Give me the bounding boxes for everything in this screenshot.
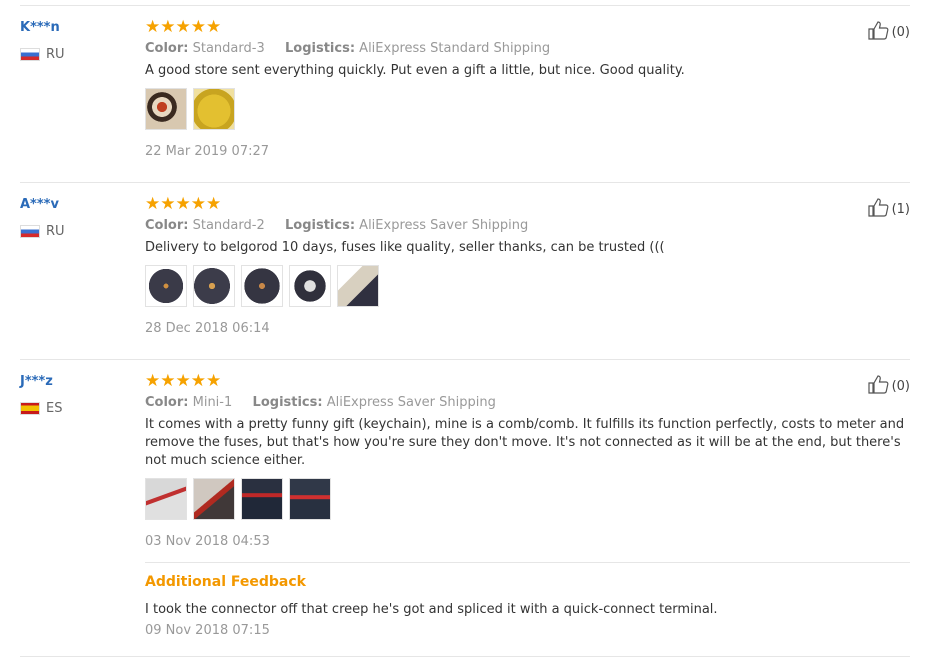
reviewer-info: A***v RU xyxy=(20,197,130,239)
review-photo-thumbnail[interactable] xyxy=(289,265,331,307)
color-label: Color: xyxy=(145,41,189,56)
reviewer-name[interactable]: K***n xyxy=(20,20,130,36)
review-content: ★★★★★ Color: Standard-3 Logistics: AliEx… xyxy=(145,18,905,160)
review-photos xyxy=(145,478,905,520)
thumbs-up-icon xyxy=(867,20,892,44)
reviewer-country: ES xyxy=(20,400,130,416)
country-code: RU xyxy=(46,46,65,62)
review-item: J***z ES ★★★★★ Color: Mini-1 Logistics: … xyxy=(20,360,910,657)
review-photos xyxy=(145,88,905,130)
additional-feedback-divider xyxy=(145,562,910,563)
helpful-count: (0) xyxy=(891,378,910,394)
reviewer-name[interactable]: J***z xyxy=(20,374,130,390)
thumbs-up-icon xyxy=(867,197,892,221)
russia-flag-icon xyxy=(20,47,40,61)
review-photo-thumbnail[interactable] xyxy=(145,478,187,520)
country-code: ES xyxy=(46,400,63,416)
review-photo-thumbnail[interactable] xyxy=(145,265,187,307)
order-info: Color: Standard-2 Logistics: AliExpress … xyxy=(145,217,905,235)
additional-feedback-title: Additional Feedback xyxy=(145,574,306,590)
review-photo-thumbnail[interactable] xyxy=(145,88,187,130)
spain-flag-icon xyxy=(20,401,40,415)
review-photo-thumbnail[interactable] xyxy=(337,265,379,307)
review-text: A good store sent everything quickly. Pu… xyxy=(145,63,685,78)
review-content: ★★★★★ Color: Standard-2 Logistics: AliEx… xyxy=(145,195,905,337)
logistics-value: AliExpress Standard Shipping xyxy=(359,41,551,56)
logistics-value: AliExpress Saver Shipping xyxy=(359,218,529,233)
color-value: Standard-3 xyxy=(192,41,265,56)
color-value: Standard-2 xyxy=(192,218,265,233)
review-date: 28 Dec 2018 06:14 xyxy=(145,321,270,336)
helpful-count: (0) xyxy=(891,24,910,40)
review-photo-thumbnail[interactable] xyxy=(193,265,235,307)
logistics-value: AliExpress Saver Shipping xyxy=(326,395,496,410)
helpful-count: (1) xyxy=(891,201,910,217)
reviewer-info: K***n RU xyxy=(20,20,130,62)
additional-feedback-date: 09 Nov 2018 07:15 xyxy=(145,623,270,638)
reviewer-country: RU xyxy=(20,46,130,62)
thumbs-up-icon xyxy=(867,374,892,398)
helpful-button[interactable]: (0) xyxy=(867,20,910,44)
color-label: Color: xyxy=(145,395,189,410)
review-photo-thumbnail[interactable] xyxy=(241,478,283,520)
country-code: RU xyxy=(46,223,65,239)
russia-flag-icon xyxy=(20,224,40,238)
review-photos xyxy=(145,265,905,307)
review-photo-thumbnail[interactable] xyxy=(193,478,235,520)
review-item: K***n RU ★★★★★ Color: Standard-3 Logisti… xyxy=(20,6,910,183)
star-rating: ★★★★★ xyxy=(145,17,222,37)
review-photo-thumbnail[interactable] xyxy=(289,478,331,520)
star-rating: ★★★★★ xyxy=(145,194,222,214)
review-content: ★★★★★ Color: Mini-1 Logistics: AliExpres… xyxy=(145,371,910,639)
review-text: It comes with a pretty funny gift (keych… xyxy=(145,417,905,468)
helpful-button[interactable]: (0) xyxy=(867,374,910,398)
review-date: 22 Mar 2019 07:27 xyxy=(145,144,270,159)
additional-feedback-text: I took the connector off that creep he's… xyxy=(145,602,718,617)
review-text: Delivery to belgorod 10 days, fuses like… xyxy=(145,240,665,255)
helpful-button[interactable]: (1) xyxy=(867,197,910,221)
reviewer-country: RU xyxy=(20,223,130,239)
color-label: Color: xyxy=(145,218,189,233)
review-photo-thumbnail[interactable] xyxy=(241,265,283,307)
order-info: Color: Mini-1 Logistics: AliExpress Save… xyxy=(145,394,905,412)
reviewer-name[interactable]: A***v xyxy=(20,197,130,213)
order-info: Color: Standard-3 Logistics: AliExpress … xyxy=(145,40,905,58)
review-photo-thumbnail[interactable] xyxy=(193,88,235,130)
color-value: Mini-1 xyxy=(192,395,233,410)
logistics-label: Logistics: xyxy=(252,395,323,410)
review-item: A***v RU ★★★★★ Color: Standard-2 Logisti… xyxy=(20,183,910,360)
star-rating: ★★★★★ xyxy=(145,371,222,391)
review-date: 03 Nov 2018 04:53 xyxy=(145,534,270,549)
logistics-label: Logistics: xyxy=(285,218,356,233)
logistics-label: Logistics: xyxy=(285,41,356,56)
reviewer-info: J***z ES xyxy=(20,374,130,416)
